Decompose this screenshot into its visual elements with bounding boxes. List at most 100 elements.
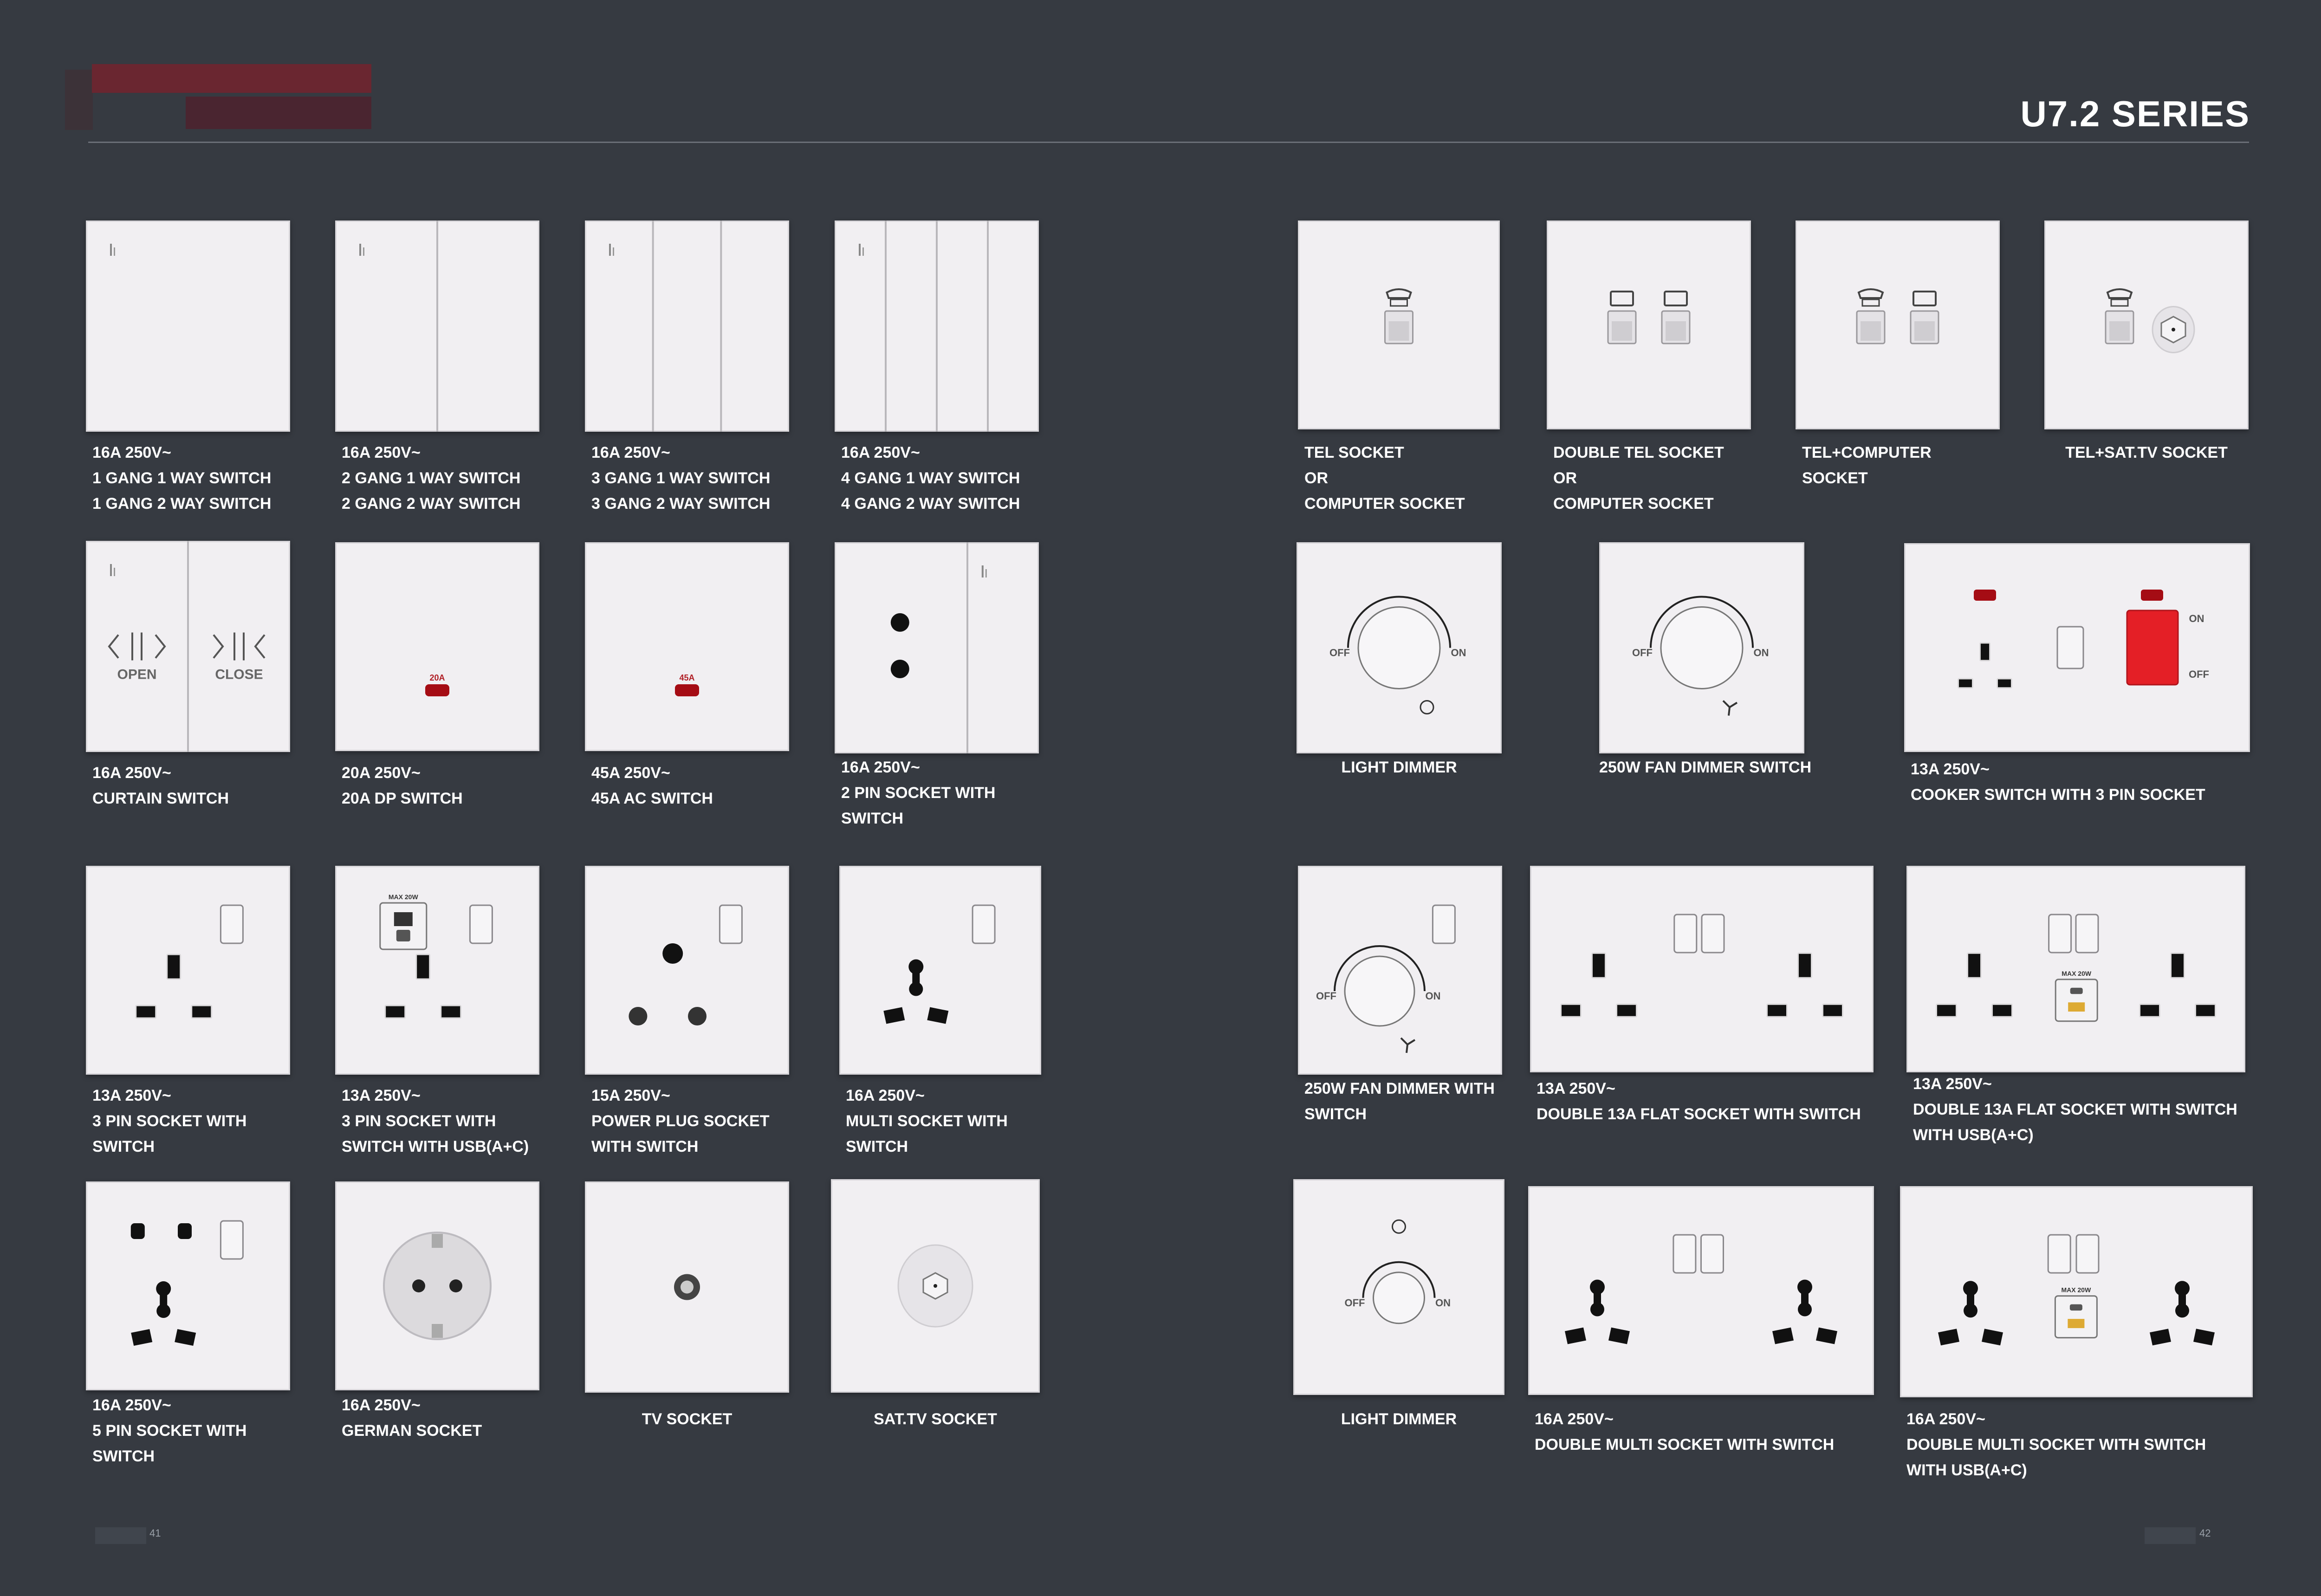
caption-line: GERMAN SOCKET [342, 1422, 482, 1440]
caption-line: DOUBLE MULTI SOCKET WITH SWITCH [1906, 1436, 2206, 1453]
phone-icon [2110, 298, 2129, 307]
product-caption: 16A 250V~ 3 GANG 1 WAY SWITCH 3 GANG 2 WAY… [591, 440, 770, 517]
caption-line: OR [1553, 469, 1577, 487]
neon-indicator [2141, 590, 2163, 601]
product-caption: 13A 250V~ 3 PIN SOCKET WITH SWITCH [92, 1083, 246, 1160]
computer-icon [1664, 291, 1688, 306]
caption-line: WITH USB(A+C) [1906, 1461, 2027, 1479]
1-gang-switch-icon [110, 244, 115, 256]
product-caption: 45A 250V~ 45A AC SWITCH [591, 760, 713, 811]
sat-pin [2172, 328, 2175, 331]
dimmer-on-label: ON [1426, 990, 1441, 1002]
plate-cooker-switch: ON OFF [1904, 543, 2250, 752]
indicator-mark [862, 247, 864, 256]
jack-opening [1666, 321, 1686, 341]
series-title: U7.2 SERIES [2020, 93, 2250, 134]
dimmer-off-label: OFF [1316, 990, 1336, 1002]
plate-curtain-switch: OPEN CLOSE [86, 541, 290, 752]
plate-double-tel-socket [1547, 221, 1751, 429]
caption-line: TV SOCKET [642, 1410, 733, 1428]
rocker-switch [719, 904, 743, 944]
caption-line: 16A 250V~ [1535, 1410, 1614, 1428]
2-gang-switch-icon [359, 221, 438, 432]
dimmer-knob [1660, 606, 1744, 689]
caption-line: TEL SOCKET [1304, 444, 1404, 461]
socket-pin [1937, 1005, 1956, 1016]
plate-tel-computer-socket [1796, 221, 2000, 429]
product-caption: LIGHT DIMMER [1293, 1407, 1504, 1432]
caption-line: 13A 250V~ [92, 1087, 171, 1104]
socket-pin [192, 1006, 211, 1018]
4-gang-switch-icon [859, 221, 989, 432]
jack-opening [1612, 321, 1632, 341]
socket-pin [386, 1006, 405, 1018]
rocker-switch [972, 904, 996, 944]
jack-opening [1914, 321, 1935, 341]
product-caption: 16A 250V~ 4 GANG 1 WAY SWITCH 4 GANG 2 WAY… [841, 440, 1020, 517]
product-caption: 16A 250V~ MULTI SOCKET WITH SWITCH [846, 1083, 1008, 1160]
phone-icon [1857, 288, 1884, 299]
product-caption: 16A 250V~ 1 GANG 1 WAY SWITCH 1 GANG 2 WAY… [92, 440, 271, 517]
plate-german-socket [335, 1181, 539, 1390]
dimmer-on-label: ON [1754, 647, 1769, 659]
neon-indicator [1974, 590, 1996, 601]
rocker-switch [2048, 914, 2072, 954]
rocker-switch [2047, 1234, 2071, 1274]
product-caption: 16A 250V~ GERMAN SOCKET [342, 1393, 482, 1444]
usb-a-port [394, 912, 413, 926]
open-label: OPEN [117, 667, 156, 682]
usb-c-port [2070, 987, 2083, 994]
rocker-switch [1673, 914, 1698, 954]
socket-pin [1964, 1304, 1977, 1318]
product-caption: SAT.TV SOCKET [831, 1407, 1040, 1432]
jack-opening [1388, 321, 1409, 341]
socket-pin [688, 1007, 707, 1025]
schuko-well [383, 1232, 492, 1340]
plate-fan-dimmer: OFF ON [1599, 542, 1804, 753]
dimmer-knob [1373, 1272, 1425, 1324]
product-caption: TEL+COMPUTER SOCKET [1802, 440, 1932, 491]
socket-pin [175, 1329, 196, 1346]
caption-line: MULTI SOCKET WITH [846, 1112, 1008, 1130]
socket-pin [883, 1007, 905, 1024]
phone-icon [1386, 288, 1412, 299]
jack-opening [1861, 321, 1881, 341]
socket-pin [156, 1304, 171, 1318]
plate-light-dimmer-v2: OFF ON [1293, 1179, 1504, 1395]
socket-pin [1798, 1302, 1812, 1317]
caption-line: LIGHT DIMMER [1341, 1410, 1457, 1428]
socket-pin [1993, 1005, 2011, 1016]
double-tel-socket-icon [1607, 291, 1691, 344]
bulb-icon [1420, 700, 1434, 714]
sat-pin [934, 1284, 937, 1288]
phone-icon [1390, 298, 1408, 307]
socket-pin [1799, 954, 1811, 977]
neon-indicator [675, 684, 699, 696]
product-caption: 13A 250V~ DOUBLE 13A FLAT SOCKET WITH SWI… [1913, 1071, 2237, 1148]
plate-double-multi-socket [1528, 1186, 1874, 1395]
rocker-switch [469, 904, 493, 944]
caption-line: SWITCH [92, 1447, 155, 1465]
3-gang-switch-icon [609, 221, 722, 432]
tel-computer-socket-icon [1856, 288, 1939, 344]
caption-line: 20A DP SWITCH [342, 790, 463, 807]
socket-pin [1959, 679, 1972, 688]
socket-pin [130, 1223, 145, 1239]
caption-line: 3 PIN SOCKET WITH [92, 1112, 247, 1130]
fan-icon [1722, 700, 1738, 716]
product-caption: 16A 250V~ 2 PIN SOCKET WITH SWITCH [841, 755, 995, 831]
tv-port-inner [681, 1280, 694, 1294]
caption-line: 1 GANG 2 WAY SWITCH [92, 495, 272, 513]
caption-line: 15A 250V~ [591, 1087, 670, 1104]
caption-line: COMPUTER SOCKET [1304, 495, 1465, 513]
socket-pin [412, 1279, 425, 1292]
cooker-rocker [2126, 610, 2179, 686]
caption-line: DOUBLE 13A FLAT SOCKET WITH SWITCH [1537, 1105, 1861, 1123]
indicator-mark [114, 568, 115, 576]
caption-line: 16A 250V~ [92, 444, 171, 461]
2-pin-socket-icon [890, 542, 987, 753]
socket-pin [1998, 679, 2011, 688]
plate-2-pin-socket [835, 542, 1039, 753]
indicator-mark [859, 244, 861, 256]
dimmer-off-label: OFF [1345, 1297, 1365, 1309]
